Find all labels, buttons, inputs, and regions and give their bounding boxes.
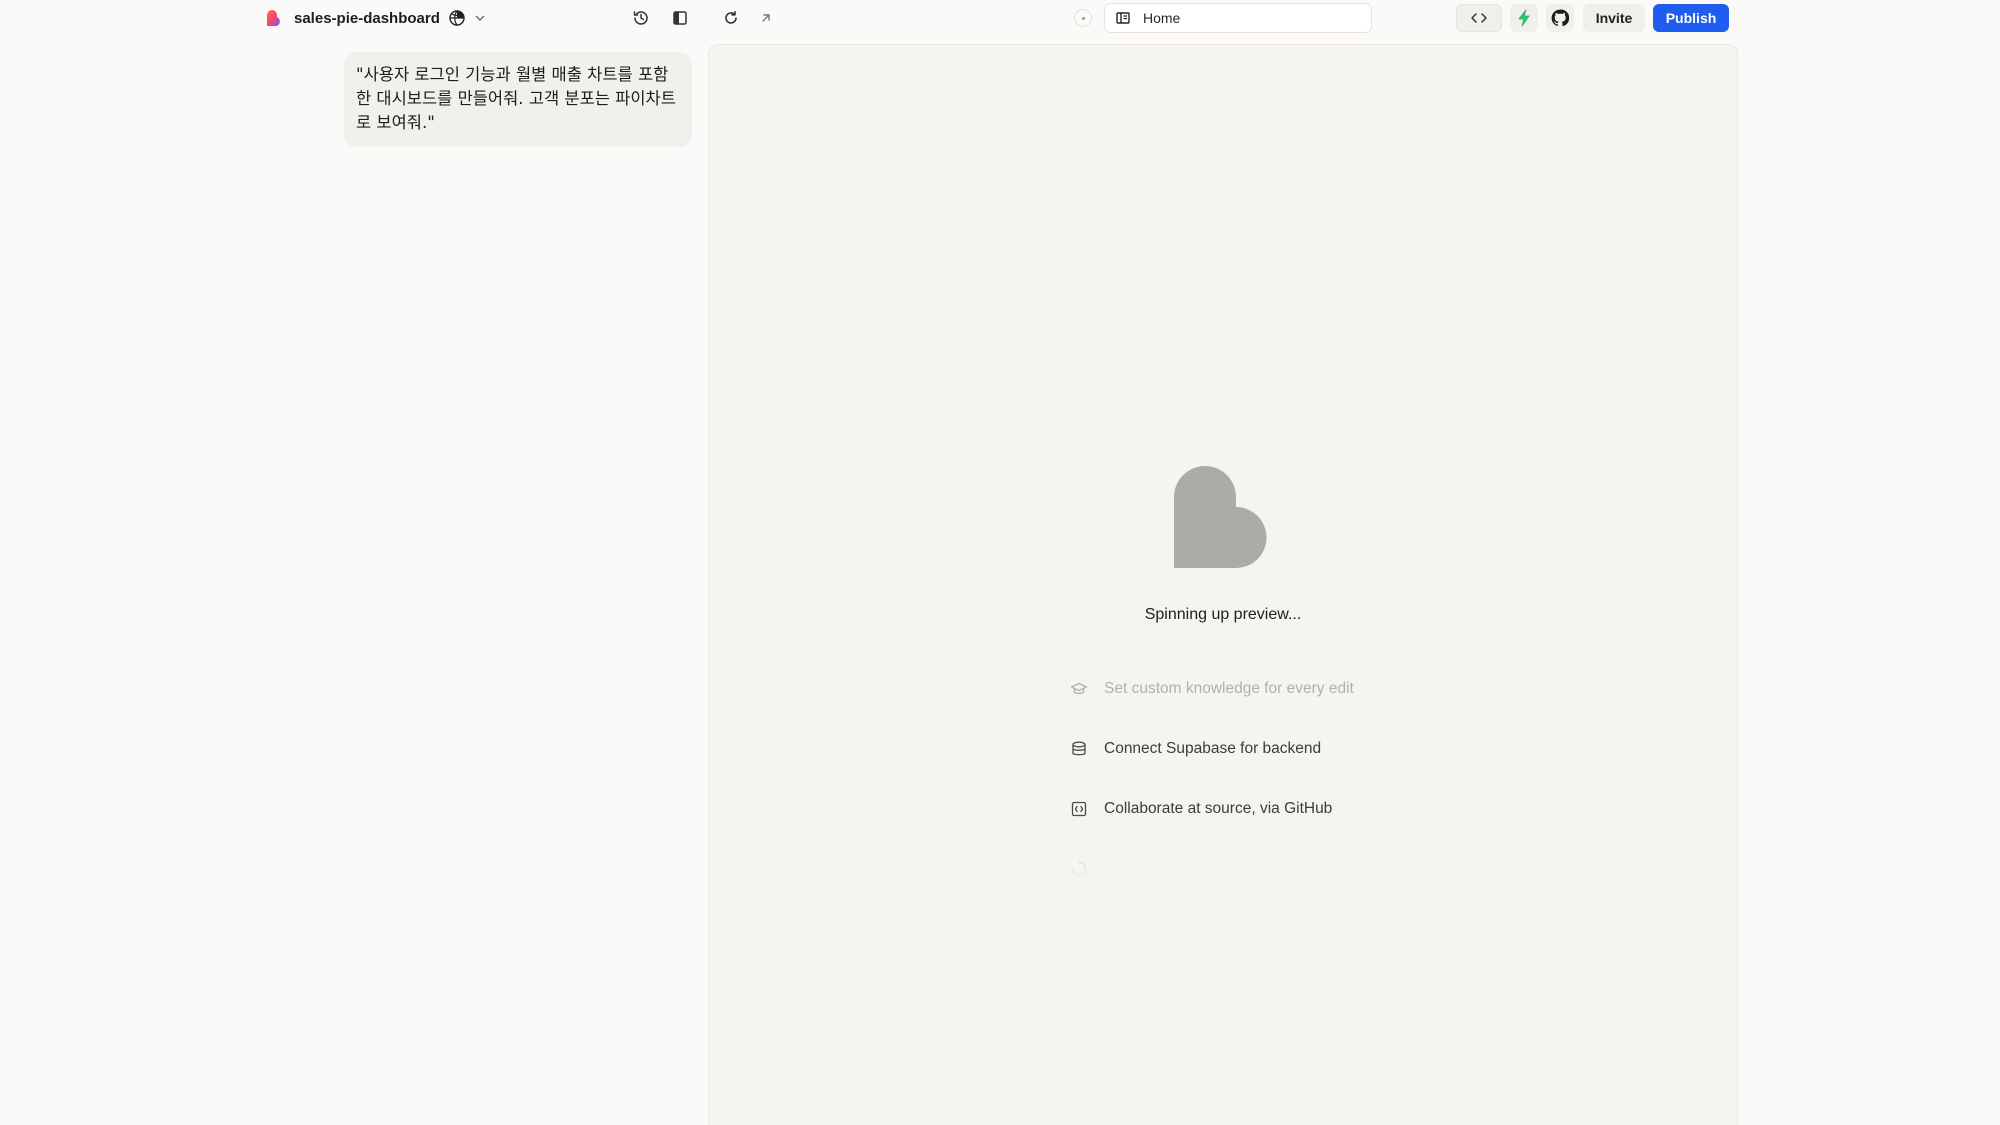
loading-status-text: Spinning up preview... <box>1144 606 1302 623</box>
refresh-icon[interactable] <box>720 7 742 29</box>
github-box-icon <box>1070 800 1088 818</box>
publish-button[interactable]: Publish <box>1653 4 1729 32</box>
graduation-cap-icon <box>1070 680 1088 698</box>
invite-button[interactable]: Invite <box>1583 4 1645 32</box>
app-logo-icon <box>264 8 284 28</box>
tip-label: Set custom knowledge for every edit <box>1104 680 1354 697</box>
preview-panel <box>708 44 1738 1125</box>
lightning-icon <box>1516 9 1532 27</box>
url-path[interactable]: Home <box>1143 10 1180 26</box>
integrations-button[interactable] <box>1510 4 1538 32</box>
github-button[interactable] <box>1546 4 1574 32</box>
route-status-icon <box>1074 9 1092 27</box>
tip-item: Collaborate at source, via GitHub <box>1070 798 1332 820</box>
globe-icon <box>449 10 465 26</box>
top-bar: sales-pie-dashboard Home Invite Publish <box>0 0 2000 36</box>
database-icon <box>1070 740 1088 758</box>
tip-label: Collaborate at source, via GitHub <box>1104 800 1333 817</box>
project-name[interactable]: sales-pie-dashboard <box>294 10 440 27</box>
loading-logo-icon <box>1172 466 1274 568</box>
history-icon[interactable] <box>630 7 652 29</box>
tip-label: Connect Supabase for backend <box>1104 740 1322 757</box>
tip-item: Set custom knowledge for every edit <box>1070 678 1354 700</box>
tips-fade-overlay <box>1060 862 1400 882</box>
chevron-down-icon[interactable] <box>474 12 486 24</box>
sidebar-toggle-icon[interactable] <box>669 7 691 29</box>
user-message-bubble: "사용자 로그인 기능과 월별 매출 차트를 포함한 대시보드를 만들어줘. 고… <box>344 52 692 147</box>
code-view-button[interactable] <box>1456 4 1502 32</box>
code-icon <box>1470 11 1488 25</box>
github-icon <box>1551 9 1569 27</box>
url-bar[interactable]: Home <box>1104 3 1372 33</box>
open-external-icon[interactable] <box>755 7 777 29</box>
page-icon <box>1115 10 1131 26</box>
tip-item: Connect Supabase for backend <box>1070 738 1321 760</box>
project-switcher[interactable]: sales-pie-dashboard <box>264 7 486 29</box>
